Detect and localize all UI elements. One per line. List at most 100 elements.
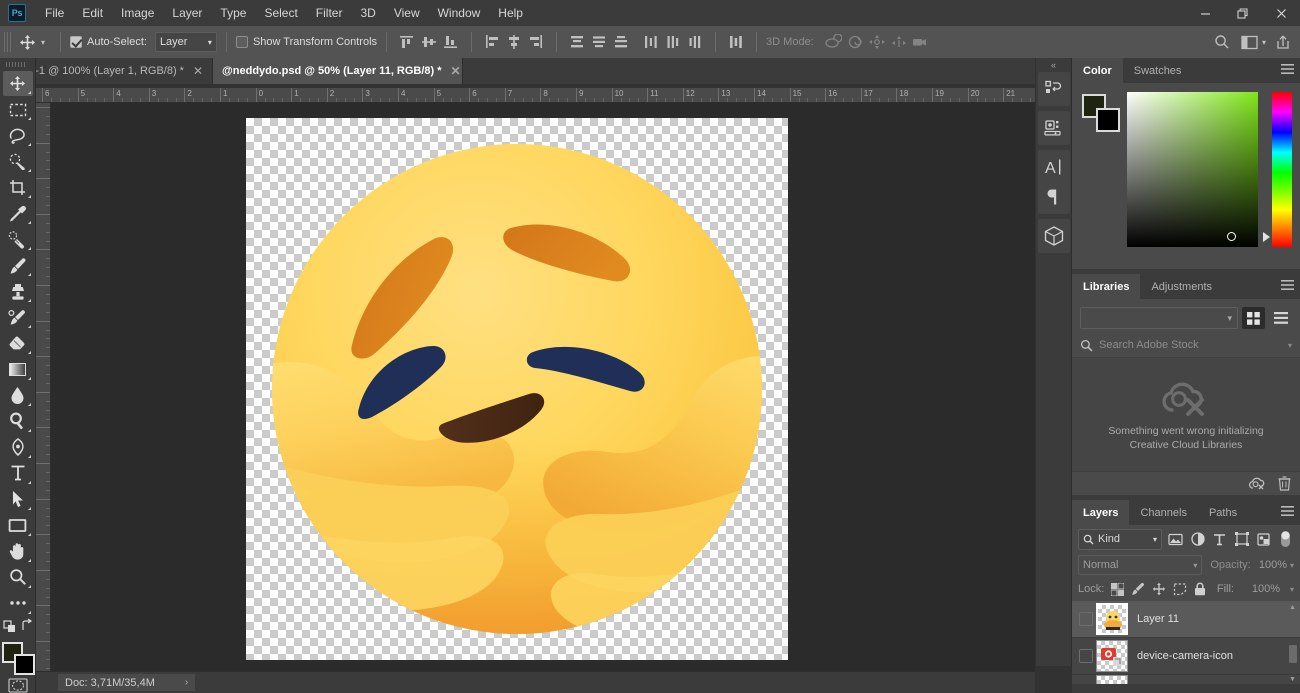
color-swatches[interactable] <box>1 641 35 675</box>
artboard-checkerboard[interactable] <box>246 118 788 660</box>
lock-artboard-icon[interactable] <box>1173 582 1187 596</box>
adjustment-filter-icon[interactable] <box>1189 529 1206 549</box>
stock-search-input[interactable]: Search Adobe Stock <box>1099 339 1288 351</box>
lasso-tool[interactable] <box>3 123 33 148</box>
distribute-bottom-edges-icon[interactable] <box>610 31 632 53</box>
brush-tool[interactable] <box>3 253 33 278</box>
layers-scrollbar[interactable]: ▲ ▼ <box>1287 601 1298 685</box>
3d-pan-icon[interactable] <box>866 31 888 53</box>
shape-filter-icon[interactable] <box>1233 529 1250 549</box>
grid-view-icon[interactable] <box>1242 307 1265 329</box>
align-top-edges-icon[interactable] <box>396 31 418 53</box>
layer-row-layer-11[interactable]: Layer 11 <box>1072 601 1300 638</box>
color-field[interactable] <box>1126 92 1259 247</box>
layer-visibility-toggle[interactable] <box>1076 675 1096 684</box>
align-right-edges-icon[interactable] <box>525 31 547 53</box>
move-tool[interactable] <box>2 71 33 97</box>
blend-mode-dropdown[interactable]: Normal ▾ <box>1078 555 1203 575</box>
lock-transparent-icon[interactable] <box>1111 582 1125 596</box>
color-picker-marker[interactable] <box>1226 232 1236 241</box>
menu-layer[interactable]: Layer <box>163 2 211 24</box>
color-background-swatch[interactable] <box>1096 108 1120 132</box>
menu-help[interactable]: Help <box>489 2 532 24</box>
history-icon[interactable] <box>1038 74 1070 104</box>
tool-preset-chevron-icon[interactable]: ▾ <box>41 38 45 47</box>
align-left-edges-icon[interactable] <box>481 31 503 53</box>
type-tool[interactable] <box>3 461 33 486</box>
tab-channels[interactable]: Channels <box>1129 500 1198 525</box>
filter-toggle-switch[interactable] <box>1277 529 1294 549</box>
options-bar-grip[interactable] <box>4 32 11 52</box>
close-icon[interactable]: ✕ <box>193 65 203 77</box>
trash-icon[interactable] <box>1278 476 1291 491</box>
hue-slider[interactable] <box>1263 92 1292 247</box>
collapse-panels-icon[interactable]: « <box>1036 58 1072 72</box>
cloud-error-icon[interactable] <box>1249 477 1266 491</box>
chevron-down-icon[interactable]: ▾ <box>1288 341 1292 350</box>
quick-selection-tool[interactable] <box>3 149 33 174</box>
lock-position-icon[interactable] <box>1152 582 1166 596</box>
fill-value[interactable]: 100% <box>1241 580 1283 598</box>
properties-icon[interactable] <box>1038 113 1070 143</box>
align-vertical-centers-icon[interactable] <box>418 31 440 53</box>
close-icon[interactable]: ✕ <box>451 65 461 77</box>
layer-thumbnail[interactable] <box>1096 675 1128 684</box>
panel-menu-icon[interactable] <box>1281 506 1294 519</box>
paragraph-icon[interactable] <box>1038 182 1070 212</box>
auto-select-checkbox[interactable] <box>70 36 83 48</box>
menu-type[interactable]: Type <box>211 2 255 24</box>
document-tab-neddydo[interactable]: @neddydo.psd @ 50% (Layer 11, RGB/8) * ✕ <box>213 58 464 84</box>
edit-toolbar-tool[interactable] <box>3 591 33 616</box>
horizontal-ruler[interactable]: 6 5 4 3 2 1 0 1 2 3 4 5 6 7 8 9 10 11 12 13 14 15 16 17 18 19 20 21… <box>36 88 1035 103</box>
eyedropper-tool[interactable] <box>3 201 33 226</box>
layer-name[interactable]: Layer 11 <box>1137 613 1179 625</box>
canvas-area[interactable] <box>51 103 1035 671</box>
tab-layers[interactable]: Layers <box>1072 500 1130 525</box>
hue-slider-marker[interactable] <box>1263 232 1271 242</box>
pixel-filter-icon[interactable] <box>1167 529 1184 549</box>
workspace-switcher-icon[interactable] <box>1239 31 1261 53</box>
rectangular-marquee-tool[interactable] <box>3 97 33 122</box>
eraser-tool[interactable] <box>3 331 33 356</box>
background-color-swatch[interactable] <box>13 653 35 675</box>
tools-panel-grip[interactable] <box>6 62 26 68</box>
distribute-left-edges-icon[interactable] <box>640 31 662 53</box>
stock-search-row[interactable]: Search Adobe Stock ▾ <box>1072 333 1300 357</box>
character-icon[interactable]: A <box>1038 152 1070 182</box>
rectangle-tool[interactable] <box>3 513 33 538</box>
list-view-icon[interactable] <box>1269 307 1292 329</box>
align-horizontal-centers-icon[interactable] <box>503 31 525 53</box>
layer-name[interactable]: device-camera-icon <box>1137 650 1233 662</box>
share-icon[interactable] <box>1272 31 1294 53</box>
pen-tool[interactable] <box>3 435 33 460</box>
distribute-top-edges-icon[interactable] <box>566 31 588 53</box>
lock-image-icon[interactable] <box>1131 582 1145 596</box>
panel-menu-icon[interactable] <box>1281 280 1294 293</box>
clone-stamp-tool[interactable] <box>3 279 33 304</box>
menu-file[interactable]: File <box>36 2 73 24</box>
opacity-value[interactable]: 100% <box>1251 556 1290 574</box>
layer-visibility-toggle[interactable] <box>1076 646 1096 666</box>
menu-window[interactable]: Window <box>429 2 490 24</box>
show-transform-checkbox[interactable] <box>235 36 248 48</box>
layer-kind-dropdown[interactable]: Kind ▾ <box>1078 528 1162 550</box>
tab-libraries[interactable]: Libraries <box>1072 274 1141 299</box>
scroll-up-icon[interactable]: ▲ <box>1287 601 1298 613</box>
dodge-tool[interactable] <box>3 409 33 434</box>
default-colors-and-swap[interactable] <box>2 617 34 635</box>
layer-visibility-toggle[interactable] <box>1076 609 1096 629</box>
document-tab-untitled[interactable]: ed-1 @ 100% (Layer 1, RGB/8) * ✕ <box>14 58 214 84</box>
tab-color[interactable]: Color <box>1072 58 1123 83</box>
minimize-button[interactable] <box>1186 0 1224 26</box>
menu-view[interactable]: View <box>385 2 429 24</box>
path-selection-tool[interactable] <box>3 487 33 512</box>
gradient-tool[interactable] <box>3 357 33 382</box>
3d-camera-icon[interactable] <box>910 31 932 53</box>
restore-button[interactable] <box>1224 0 1262 26</box>
layer-thumbnail[interactable] <box>1096 640 1128 672</box>
3d-roll-icon[interactable] <box>844 31 866 53</box>
crop-tool[interactable] <box>3 175 33 200</box>
3d-orbit-icon[interactable] <box>822 31 844 53</box>
close-button[interactable] <box>1262 0 1300 26</box>
menu-filter[interactable]: Filter <box>307 2 352 24</box>
